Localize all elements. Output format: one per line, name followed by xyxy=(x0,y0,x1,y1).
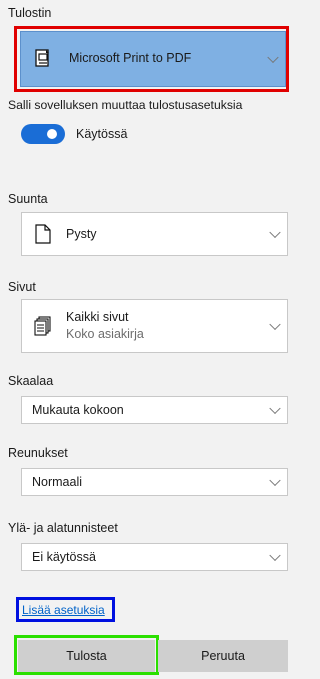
orientation-label: Suunta xyxy=(8,192,48,206)
margins-label: Reunukset xyxy=(8,446,68,460)
pages-select[interactable]: Kaikki sivut Koko asiakirja xyxy=(21,299,288,353)
printer-value: Microsoft Print to PDF xyxy=(69,51,192,65)
chevron-down-icon xyxy=(269,226,281,239)
allow-change-label: Salli sovelluksen muuttaa tulostusasetuk… xyxy=(8,98,243,112)
printer-select[interactable]: Microsoft Print to PDF xyxy=(20,31,286,87)
printer-icon xyxy=(35,49,49,67)
allow-change-toggle[interactable] xyxy=(21,124,65,144)
margins-select[interactable]: Normaali xyxy=(21,468,288,496)
print-button[interactable]: Tulosta xyxy=(18,640,155,672)
pages-subvalue: Koko asiakirja xyxy=(66,327,144,341)
chevron-down-icon xyxy=(269,549,281,562)
margins-value: Normaali xyxy=(32,475,83,489)
scale-select[interactable]: Mukauta kokoon xyxy=(21,396,288,424)
cancel-button[interactable]: Peruuta xyxy=(158,640,288,672)
pages-value: Kaikki sivut xyxy=(66,310,129,324)
chevron-down-icon xyxy=(269,474,281,487)
headers-select[interactable]: Ei käytössä xyxy=(21,543,288,571)
orientation-value: Pysty xyxy=(66,227,97,241)
cancel-button-label: Peruuta xyxy=(201,649,245,663)
printer-label: Tulostin xyxy=(8,6,52,20)
more-settings-link[interactable]: Lisää asetuksia xyxy=(22,603,105,617)
print-button-label: Tulosta xyxy=(66,649,107,663)
chevron-down-icon xyxy=(269,402,281,415)
chevron-down-icon xyxy=(269,318,281,331)
headers-value: Ei käytössä xyxy=(32,550,96,564)
portrait-page-icon xyxy=(35,224,51,244)
pages-stack-icon xyxy=(34,316,51,336)
headers-label: Ylä- ja alatunnisteet xyxy=(8,521,118,535)
orientation-select[interactable]: Pysty xyxy=(21,212,288,256)
chevron-down-icon xyxy=(267,51,279,64)
toggle-state-label: Käytössä xyxy=(76,127,128,141)
toggle-knob xyxy=(47,129,57,139)
pages-label: Sivut xyxy=(8,280,36,294)
scale-label: Skaalaa xyxy=(8,374,54,388)
scale-value: Mukauta kokoon xyxy=(32,403,124,417)
